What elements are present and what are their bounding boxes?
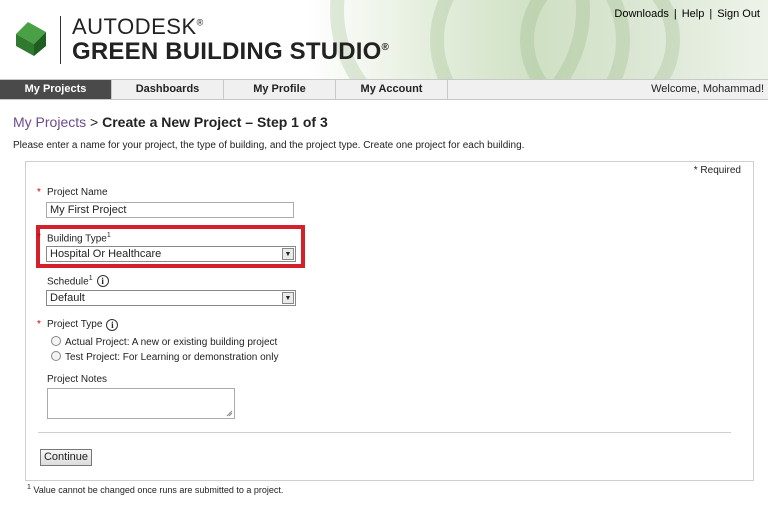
tab-my-profile[interactable]: My Profile: [224, 80, 336, 99]
resize-handle-icon[interactable]: [226, 410, 233, 417]
tab-my-account[interactable]: My Account: [336, 80, 448, 99]
continue-button[interactable]: Continue: [40, 449, 92, 466]
project-type-label: * Project Type i: [37, 319, 119, 331]
radio-button[interactable]: [51, 336, 61, 346]
header: AUTODESK® GREEN BUILDING STUDIO® Downloa…: [0, 0, 768, 79]
building-type-select[interactable]: Hospital Or Healthcare ▼: [46, 246, 296, 262]
schedule-select[interactable]: Default ▼: [46, 290, 296, 306]
required-note: * Required: [693, 165, 741, 176]
brand-product: GREEN BUILDING STUDIO®: [72, 38, 390, 65]
breadcrumb-my-projects[interactable]: My Projects: [13, 114, 86, 130]
dropdown-arrow-icon: ▼: [282, 248, 294, 260]
info-icon[interactable]: i: [96, 275, 109, 287]
brand-autodesk: AUTODESK®: [72, 14, 204, 39]
logo-divider: [60, 16, 61, 64]
tab-my-projects[interactable]: My Projects: [0, 80, 112, 99]
downloads-link[interactable]: Downloads: [614, 8, 668, 20]
building-type-label: * Building Type1: [37, 232, 111, 245]
project-name-input[interactable]: [46, 202, 294, 218]
project-form: * Required *Project Name *Building Type1…: [25, 161, 754, 481]
project-notes-label: Project Notes: [47, 374, 108, 385]
radio-button[interactable]: [51, 351, 61, 361]
autodesk-logo-icon: [16, 22, 46, 56]
welcome-text: Welcome, Mohammad!: [651, 83, 764, 95]
tab-dashboards[interactable]: Dashboards: [112, 80, 224, 99]
sign-out-link[interactable]: Sign Out: [717, 8, 760, 20]
footnote: 1 Value cannot be changed once runs are …: [27, 484, 284, 495]
dropdown-arrow-icon: ▼: [282, 292, 294, 304]
help-link[interactable]: Help: [682, 8, 705, 20]
breadcrumb: My Projects > Create a New Project – Ste…: [13, 114, 328, 130]
project-notes-textarea[interactable]: [47, 388, 235, 419]
info-icon[interactable]: i: [106, 319, 119, 331]
main-nav: My Projects Dashboards My Profile My Acc…: [0, 79, 768, 100]
page-title: Create a New Project – Step 1 of 3: [102, 114, 328, 130]
divider: [38, 432, 731, 433]
intro-text: Please enter a name for your project, th…: [13, 140, 525, 151]
radio-test-project[interactable]: Test Project: For Learning or demonstrat…: [51, 351, 278, 363]
top-links: Downloads | Help | Sign Out: [614, 8, 760, 20]
schedule-label: Schedule1 i: [47, 275, 109, 287]
project-name-label: * Project Name: [37, 187, 108, 198]
radio-actual-project[interactable]: Actual Project: A new or existing buildi…: [51, 336, 277, 348]
